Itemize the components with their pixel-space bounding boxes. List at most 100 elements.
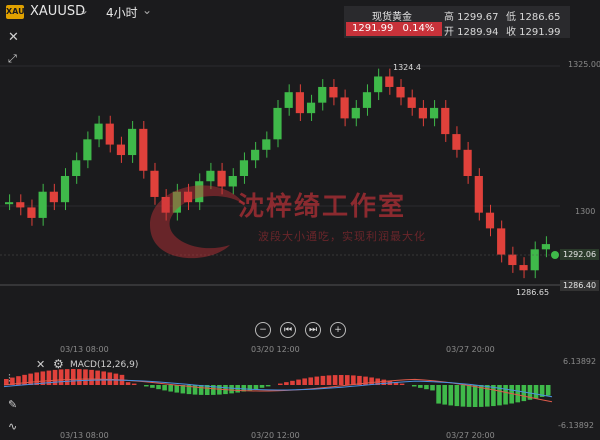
macd-bar (58, 369, 64, 385)
macd-bar (338, 375, 344, 385)
forward-icon[interactable]: ⏭ (305, 322, 321, 338)
price-tick-mid: 1300 (575, 207, 596, 216)
macd-bar (491, 385, 496, 407)
macd-bar (430, 385, 435, 391)
open-value: 开 1289.94 (444, 27, 499, 38)
change-percent: 0.14% (402, 23, 435, 34)
macd-bar (320, 375, 326, 385)
candle-body (497, 228, 506, 255)
quote-panel: 现货黄金 1291.99 0.14% 高 1299.67 开 1289.94 低… (344, 6, 570, 38)
macd-bar (259, 385, 265, 388)
time-tick-2: 03/20 12:00 (251, 345, 300, 354)
macd-bar (125, 382, 131, 385)
watermark-title: 沈梓绮工作室 (238, 192, 407, 222)
zoom-out-icon[interactable]: − (255, 322, 271, 338)
macd-bar (168, 385, 173, 392)
macd-bar (107, 372, 113, 385)
high-value: 高 1299.67 (444, 12, 499, 23)
macd-bar (162, 385, 167, 391)
candle-body (273, 107, 282, 140)
macd-bar (424, 385, 429, 390)
chevron-down-icon[interactable]: ⌄ (79, 3, 89, 17)
instrument-name: 现货黄金 (372, 12, 412, 23)
macd-bar (229, 385, 234, 394)
macd-bar (436, 385, 441, 404)
low-value: 低 1286.65 (506, 12, 561, 23)
macd-bar (460, 385, 466, 407)
timeframe-selector[interactable]: 4小时 (106, 4, 138, 21)
candle-body (38, 191, 47, 218)
macd-bar (533, 385, 539, 399)
macd-bar (28, 373, 33, 385)
current-price-tag: 1292.06 (560, 249, 600, 260)
candle-body (284, 92, 293, 108)
macd-bar (144, 385, 149, 387)
candle-body (519, 265, 528, 271)
macd-bar (314, 376, 320, 385)
macd-bar (381, 379, 387, 385)
macd-bar (83, 369, 88, 385)
symbol-badge: XAU (6, 5, 25, 19)
macd-bar (296, 379, 301, 385)
crosshair-price-tag: 1286.40 (560, 280, 600, 291)
watermark-subtitle: 波段大小通吃，实现利润最大化 (258, 230, 426, 243)
macd-bar (521, 385, 527, 402)
min-price-label: 1286.65 (516, 288, 550, 297)
candle-body (396, 86, 405, 98)
zoom-in-icon[interactable]: + (330, 322, 346, 338)
candle-body (94, 123, 103, 140)
candle-body (295, 92, 304, 114)
macd-bar (545, 385, 551, 396)
candle-body (340, 97, 349, 119)
macd-bar (454, 385, 460, 407)
time-tick-1: 03/13 08:00 (60, 345, 109, 354)
macd-bar (95, 370, 100, 385)
macd-bar (278, 383, 283, 385)
candle-body (362, 92, 372, 108)
macd-bar (150, 385, 155, 388)
candle-body (418, 107, 427, 119)
candle-body (407, 97, 416, 108)
candle-body (83, 139, 92, 161)
macd-bar (174, 385, 180, 393)
candle-body (508, 254, 517, 266)
candle-body (16, 202, 25, 208)
macd-chart (3, 369, 553, 407)
rewind-icon[interactable]: ⏮ (280, 322, 296, 338)
max-price-label: 1324.4 (393, 63, 421, 72)
price-box: 1291.99 0.14% (346, 22, 442, 36)
close-icon[interactable]: ✕ (8, 30, 19, 45)
candle-body (441, 107, 450, 135)
time-tick-3: 03/27 20:00 (446, 345, 495, 354)
candle-body (306, 102, 316, 114)
candle-body (318, 86, 327, 103)
macd-bar (515, 385, 521, 403)
candle-body (49, 191, 58, 203)
candle-body (541, 244, 550, 250)
macd-bar (284, 382, 289, 385)
candle-body (251, 149, 260, 161)
macd-bar (442, 385, 447, 405)
macd-bar (332, 375, 338, 385)
macd-bar (472, 385, 478, 407)
macd-bar (411, 385, 417, 387)
chevron-down-icon[interactable]: ⌄ (142, 3, 152, 17)
macd-bar (77, 369, 82, 385)
macd-bar (344, 375, 350, 385)
candle-body (72, 160, 81, 176)
candle-body (262, 139, 271, 150)
macd-bar (265, 385, 271, 387)
macd-bar (22, 374, 27, 385)
candle-body (351, 107, 360, 119)
macd-bar (308, 377, 314, 385)
candle-body (128, 128, 137, 156)
candle-body (474, 176, 483, 213)
candle-body (374, 76, 383, 93)
macd-bar (503, 385, 508, 405)
macd-bar (448, 385, 454, 406)
current-price-dot (551, 251, 559, 259)
candle-body (452, 134, 461, 150)
candles-layer (5, 68, 550, 279)
macd-bar (253, 385, 259, 390)
symbol-name[interactable]: XAUUSD (30, 4, 85, 19)
